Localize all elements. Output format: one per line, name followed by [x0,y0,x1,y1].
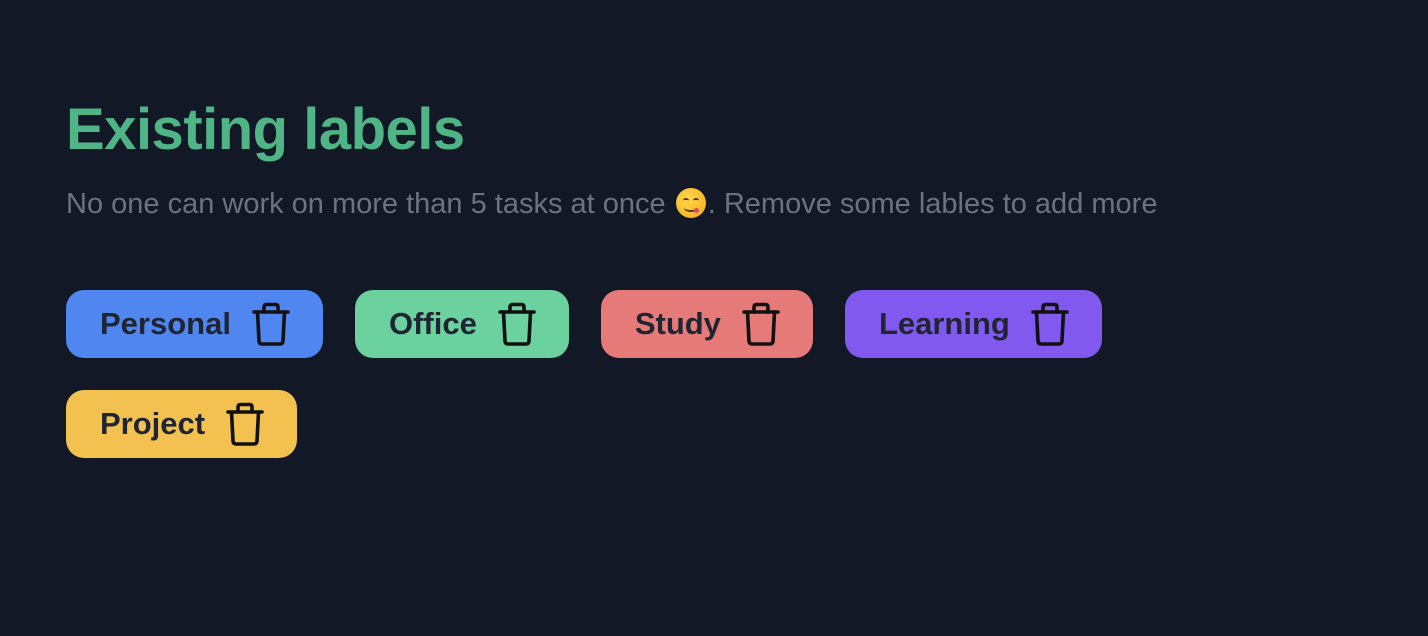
label-name: Project [100,406,206,441]
label-list: Personal Office Study Learning Project [66,290,1186,458]
limit-message-text: No one can work on more than 5 tasks at … [66,188,674,220]
trash-icon[interactable] [251,301,291,347]
limit-message: No one can work on more than 5 tasks at … [66,186,1366,222]
label-name: Office [388,306,477,341]
trash-icon[interactable] [1030,301,1070,347]
label-name: Learning [878,306,1010,341]
labels-panel: Existing labels No one can work on more … [66,96,1366,458]
trash-icon[interactable] [225,401,265,447]
label-chip-learning[interactable]: Learning [844,290,1102,358]
page-title: Existing labels [66,97,465,162]
label-chip-study[interactable]: Study [600,290,813,358]
label-chip-office[interactable]: Office [354,290,569,358]
label-name: Study [634,306,721,341]
face-savoring-food-emoji-icon [675,188,706,218]
trash-icon[interactable] [741,301,781,347]
label-chip-project[interactable]: Project [66,390,298,458]
label-chip-personal[interactable]: Personal [66,290,323,358]
trash-icon[interactable] [497,301,537,347]
label-name: Personal [100,306,231,341]
limit-message-suffix: . Remove some lables to add more [707,188,1158,220]
